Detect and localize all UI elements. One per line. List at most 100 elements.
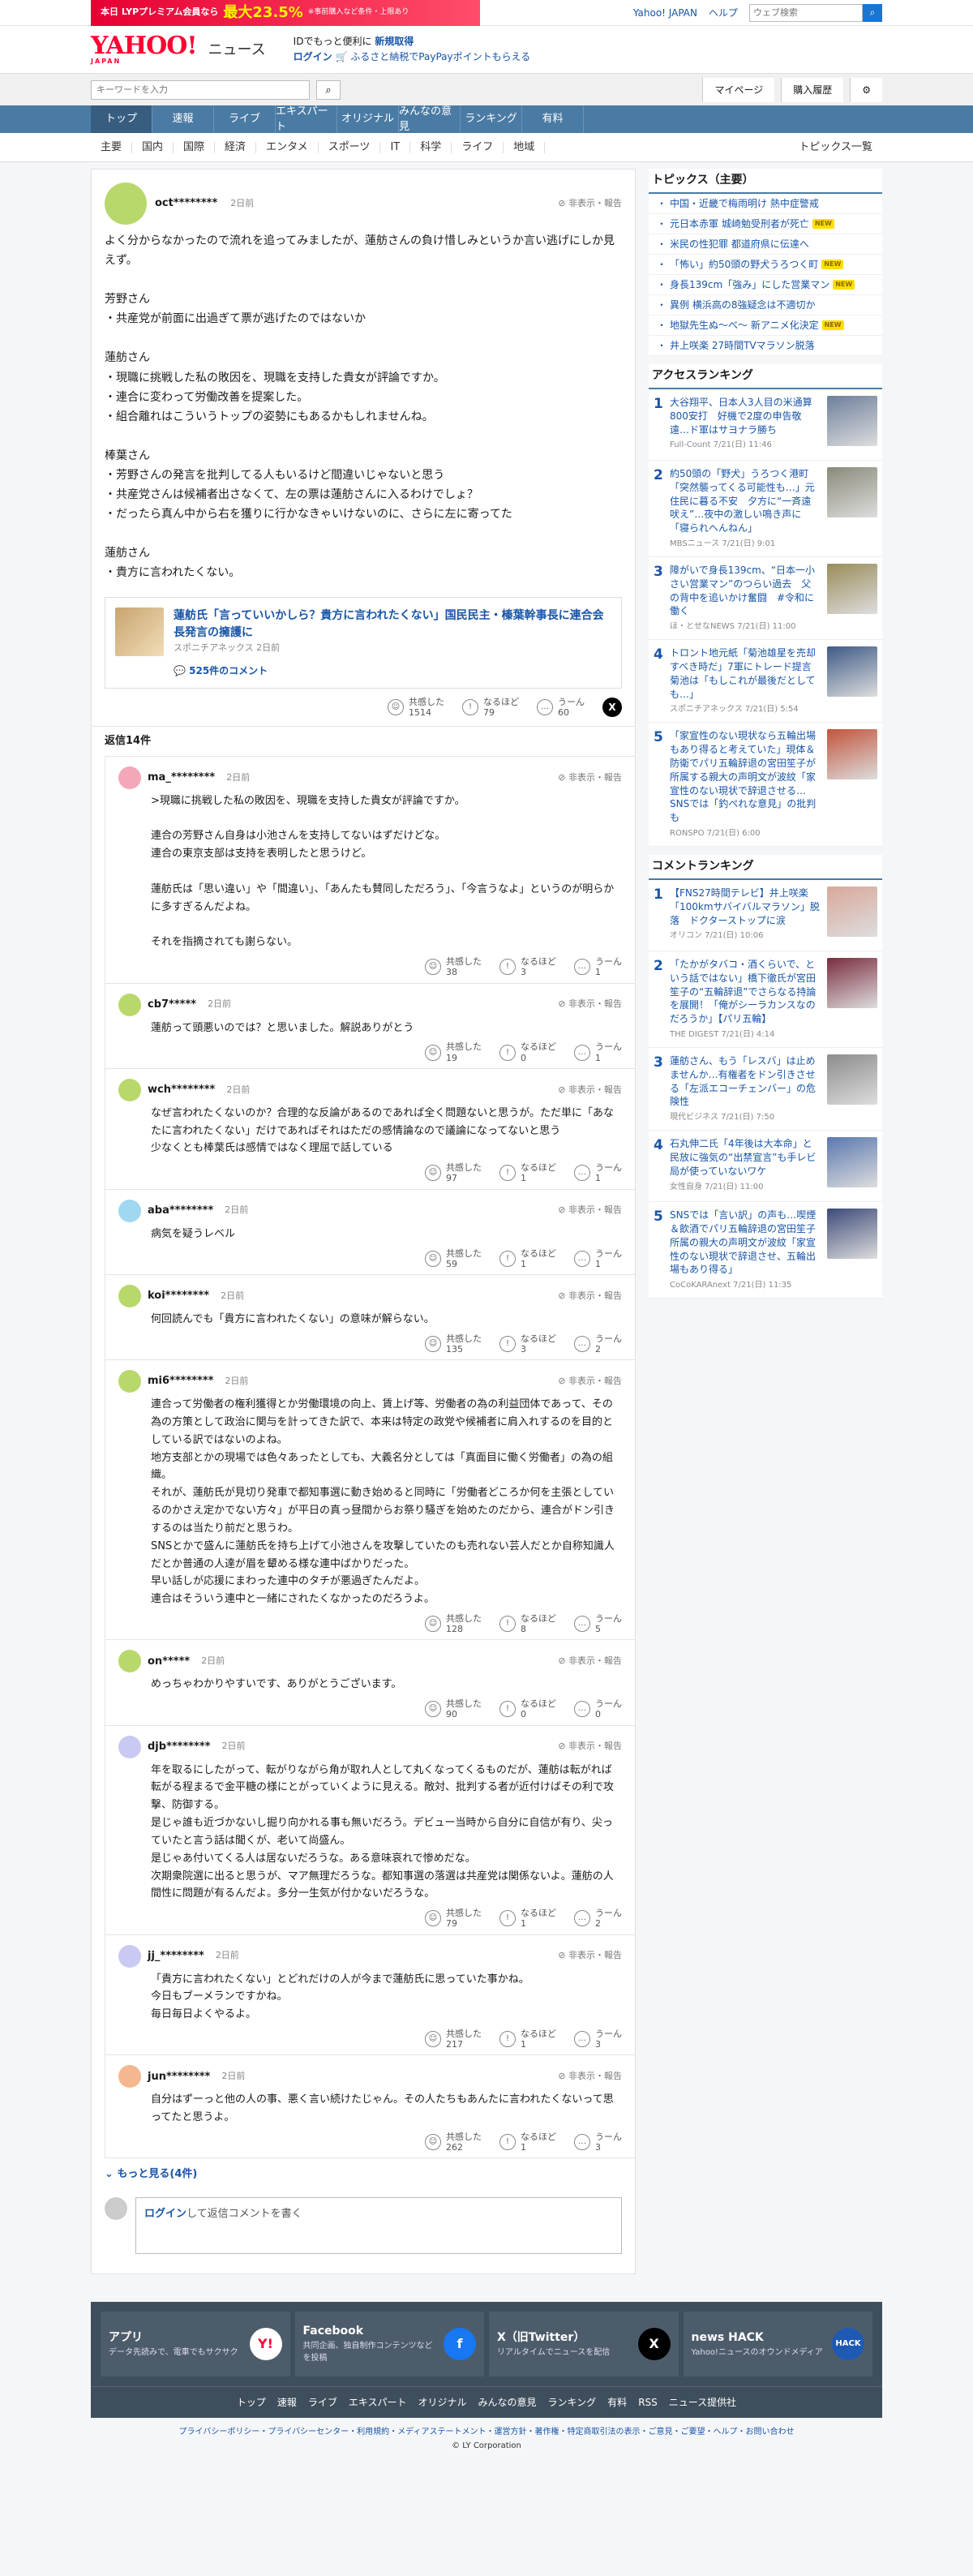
ranking-title[interactable]: 「たかがタバコ・酒くらいで、という話ではない」橋下徹氏が宮田笙子の“五輪辞退”で…: [670, 959, 816, 1024]
subnav-item-4[interactable]: エンタメ: [256, 141, 319, 153]
nav-tab-6[interactable]: ランキング: [461, 105, 522, 133]
ranking-item[interactable]: 5 「家宣性のない現状なら五輪出場もあり得ると考えていた」現体＆防衛でパリ五輪辞退…: [649, 723, 882, 847]
reply-user[interactable]: cb7*****: [148, 997, 196, 1013]
reaction-1[interactable]: ! なるほど 3: [499, 1333, 556, 1355]
reaction-1[interactable]: ! なるほど 0: [499, 1041, 556, 1063]
ranking-title[interactable]: トロント地元紙「菊池雄星を売却すべき時だ」7軍にトレード提言 菊池は「もしこれが…: [670, 647, 821, 699]
topic-item[interactable]: 米民の性犯罪 都道府県に伝達へ: [649, 234, 882, 255]
yahoo-logo[interactable]: YAHOO! JAPAN: [91, 34, 198, 65]
ranking-title[interactable]: 「家宣性のない現状なら五輪出場もあり得ると考えていた」現体＆防衛でパリ五輪辞退の…: [670, 730, 816, 823]
report-link[interactable]: 非表示・報告: [558, 2070, 622, 2084]
ranking-item[interactable]: 3 障がいで身長139cm、“日本一小さい営業マン”のつらい過去 父の背中を追いか…: [649, 556, 882, 641]
nav-tab-4[interactable]: オリジナル: [337, 105, 399, 133]
purchase-history-button[interactable]: 購入履歴: [781, 77, 844, 102]
reaction-1[interactable]: ! なるほど 0: [499, 1698, 556, 1719]
reply-user[interactable]: jun********: [148, 2069, 210, 2085]
footer-app-0[interactable]: アプリ データ先読みで、電車でもサクサク Y!: [101, 2311, 290, 2376]
reaction-2[interactable]: … うーん 1: [574, 1041, 622, 1063]
web-search-button[interactable]: ⌕: [863, 3, 882, 22]
section-title[interactable]: ニュース: [208, 39, 266, 61]
ranking-item[interactable]: 4 トロント地元紙「菊池雄星を売却すべき時だ」7軍にトレード提言 菊池は「もしこれ…: [649, 640, 882, 723]
subnav-item-5[interactable]: スポーツ: [319, 141, 381, 153]
footer-app-1[interactable]: Facebook 共同企画、独自制作コンテンツなどを投稿 f: [294, 2311, 484, 2376]
reaction-1[interactable]: ! なるほど 79: [462, 697, 519, 718]
signup-link[interactable]: 新規取得: [375, 36, 414, 47]
ranking-item[interactable]: 5 SNSでは「言い訳」の声も…喫煙＆飲酒でパリ五輪辞退の宮田笙子所属の親大の声明…: [649, 1202, 882, 1299]
reaction-0[interactable]: ☺ 共感した 128: [425, 1613, 482, 1634]
ranking-title[interactable]: 大谷翔平、日本人3人目の米通算800安打 好機で2度の申告敬遠…ド軍はサヨナラ勝…: [670, 397, 812, 436]
reaction-2[interactable]: … うーん 3: [574, 2029, 622, 2050]
subnav-item-2[interactable]: 国際: [174, 141, 216, 153]
reply-user[interactable]: aba********: [148, 1203, 213, 1219]
ranking-item[interactable]: 1 大谷翔平、日本人3人目の米通算800安打 好機で2度の申告敬遠…ド軍はサヨナラ…: [649, 389, 882, 461]
footer-nav-0[interactable]: トップ: [237, 2395, 266, 2410]
report-link[interactable]: 非表示・報告: [558, 197, 622, 211]
reaction-0[interactable]: ☺ 共感した 79: [425, 1908, 482, 1929]
reaction-1[interactable]: ! なるほど 1: [499, 1248, 556, 1269]
report-link[interactable]: 非表示・報告: [558, 998, 622, 1011]
promo-banner[interactable]: 本日 LYPプレミアム会員なら 最大23.5% ※事前購入など条件・上限あり: [91, 0, 480, 26]
reaction-2[interactable]: … うーん 60: [537, 697, 585, 718]
ranking-item[interactable]: 4 石丸伸二氏「4年後は大本命」と民放に強気の“出禁宣言”も手レビ局が使っていない…: [649, 1131, 882, 1203]
topic-item[interactable]: 異例 横浜高の8強疑念は不適切か: [649, 295, 882, 316]
reaction-1[interactable]: ! なるほど 1: [499, 2029, 556, 2050]
reaction-1[interactable]: ! なるほど 1: [499, 1162, 556, 1183]
ranking-title[interactable]: 石丸伸二氏「4年後は大本命」と民放に強気の“出禁宣言”も手レビ局が使っていないワ…: [670, 1138, 816, 1177]
reaction-1[interactable]: ! なるほど 3: [499, 956, 556, 977]
footer-app-2[interactable]: X（旧Twitter） リアルタイムでニュースを配信 X: [489, 2311, 679, 2376]
topic-item[interactable]: 地獄先生ぬ～べ～ 新アニメ化決定NEW: [649, 316, 882, 336]
subnav-item-3[interactable]: 経済: [215, 141, 257, 153]
topic-link[interactable]: 異例 横浜高の8強疑念は不適切か: [670, 298, 815, 312]
topic-link[interactable]: 中国・近畿で梅雨明け 熱中症警戒: [670, 196, 819, 211]
report-link[interactable]: 非表示・報告: [558, 771, 622, 785]
reply-user[interactable]: jj_********: [148, 1948, 204, 1964]
reaction-1[interactable]: ! なるほど 1: [499, 2132, 556, 2153]
footer-nav-7[interactable]: 有料: [607, 2395, 627, 2410]
reaction-0[interactable]: ☺ 共感した 19: [425, 1041, 482, 1063]
footer-nav-1[interactable]: 速報: [277, 2395, 297, 2410]
reaction-0[interactable]: ☺ 共感した 1514: [388, 697, 444, 718]
footer-nav-2[interactable]: ライブ: [308, 2395, 337, 2410]
reaction-0[interactable]: ☺ 共感した 38: [425, 956, 482, 977]
footer-nav-4[interactable]: オリジナル: [418, 2395, 467, 2410]
footer-nav-8[interactable]: RSS: [638, 2395, 658, 2410]
reaction-0[interactable]: ☺ 共感した 217: [425, 2029, 482, 2050]
keyword-search-input[interactable]: [91, 79, 310, 100]
report-link[interactable]: 非表示・報告: [558, 1290, 622, 1303]
compose-login-link[interactable]: ログイン: [144, 2208, 186, 2220]
topic-link[interactable]: 地獄先生ぬ～べ～ 新アニメ化決定: [670, 318, 819, 333]
nav-tab-5[interactable]: みんなの意見: [399, 105, 461, 133]
subnav-item-9[interactable]: 地域: [504, 141, 546, 153]
reply-user[interactable]: djb********: [148, 1739, 210, 1755]
nav-tab-1[interactable]: 速報: [152, 105, 214, 133]
reaction-2[interactable]: … うーん 3: [574, 2132, 622, 2153]
reaction-0[interactable]: ☺ 共感した 59: [425, 1248, 482, 1269]
topic-item[interactable]: 身長139cm「強み」にした営業マン NEW: [649, 275, 882, 295]
reaction-0[interactable]: ☺ 共感した 90: [425, 1698, 482, 1719]
subnav-item-7[interactable]: 科学: [410, 141, 452, 153]
report-link[interactable]: 非表示・報告: [558, 1084, 622, 1097]
footer-nav-5[interactable]: みんなの意見: [478, 2395, 537, 2410]
topic-link[interactable]: 井上咲楽 27時間TVマラソン脱落: [670, 338, 815, 353]
yahoo-japan-link[interactable]: Yahoo! JAPAN: [633, 6, 697, 20]
reaction-2[interactable]: … うーん 2: [574, 1333, 622, 1355]
nav-tab-3[interactable]: エキスパート: [276, 105, 337, 133]
legal-links[interactable]: プライバシーポリシー・プライバシーセンター・利用規約・メディアステートメント・運…: [91, 2418, 882, 2440]
topic-link[interactable]: 米民の性犯罪 都道府県に伝達へ: [670, 237, 809, 251]
topic-item[interactable]: 中国・近畿で梅雨明け 熱中症警戒: [649, 194, 882, 214]
topic-link[interactable]: 元日本赤軍 城崎勉受刑者が死亡: [670, 217, 809, 231]
footer-nav-9[interactable]: ニュース提供社: [669, 2395, 736, 2410]
ranking-title[interactable]: SNSでは「言い訳」の声も…喫煙＆飲酒でパリ五輪辞退の宮田笙子所属の親大の声明文…: [670, 1209, 816, 1275]
show-more-button[interactable]: ⌄ もっと見る(4件): [92, 2158, 635, 2191]
topics-list-link[interactable]: トピックス一覧: [789, 141, 882, 153]
reply-user[interactable]: koi********: [148, 1288, 209, 1304]
article-comment-count[interactable]: 💬 525件のコメント: [174, 663, 611, 678]
ranking-item[interactable]: 1 【FNS27時間テレビ】井上咲楽「100kmサバイバルマラソン」脱落 ドクター…: [649, 879, 882, 951]
ranking-item[interactable]: 3 蓮舫さん、もう「レスバ」は止めませんか…有権者をドン引きさせる「左派エコーチェ…: [649, 1047, 882, 1131]
subnav-item-1[interactable]: 国内: [132, 141, 174, 153]
ranking-item[interactable]: 2 「たかがタバコ・酒くらいで、という話ではない」橋下徹氏が宮田笙子の“五輪辞退”…: [649, 951, 882, 1048]
reaction-2[interactable]: … うーん 1: [574, 1248, 622, 1269]
furusato-link[interactable]: ふるさと納税でPayPayポイントもらえる: [350, 51, 530, 62]
topic-item[interactable]: 元日本赤軍 城崎勉受刑者が死亡NEW: [649, 214, 882, 234]
reply-user[interactable]: wch********: [148, 1082, 215, 1098]
